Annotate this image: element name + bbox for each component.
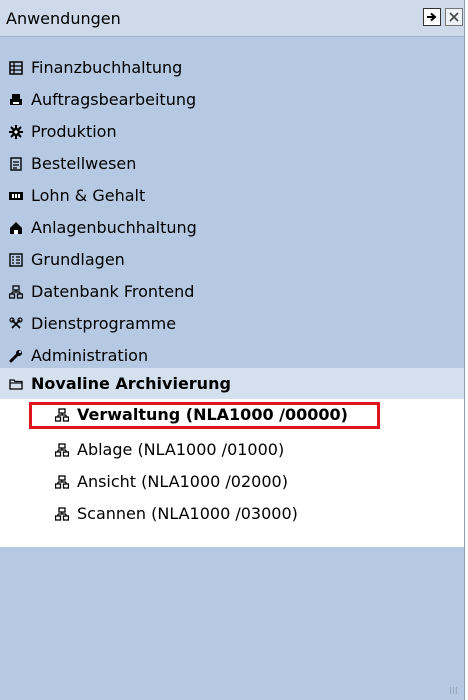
menu-item-lohn-gehalt[interactable]: Lohn & Gehalt [0,180,464,211]
printer-icon [8,92,24,108]
network-icon [54,442,70,458]
applications-panel: Anwendungen Finanzbuchhaltung Auftragsbe… [0,0,465,700]
selection-highlight-box [29,402,380,429]
network-icon [54,474,70,490]
arrow-right-icon [427,12,437,22]
menu-item-datenbank-frontend[interactable]: Datenbank Frontend [0,276,464,307]
menu-item-label: Novaline Archivierung [31,374,231,393]
menu-item-auftragsbearbeitung[interactable]: Auftragsbearbeitung [0,84,464,115]
gear-icon [8,124,24,140]
network-icon [54,506,70,522]
wrench-icon [8,348,24,364]
close-icon [449,12,459,22]
menu-item-novaline-archivierung[interactable]: Novaline Archivierung [0,368,464,399]
form-icon [8,252,24,268]
submenu-item-ablage[interactable]: Ablage (NLA1000 /01000) [0,434,464,465]
panel-header: Anwendungen [0,0,464,37]
folder-open-icon [8,376,24,392]
submenu-item-label: Ablage (NLA1000 /01000) [77,440,285,459]
menu-item-label: Anlagenbuchhaltung [31,218,197,237]
menu-item-label: Dienstprogramme [31,314,177,333]
ledger-icon [8,60,24,76]
money-icon [8,188,24,204]
building-icon [8,220,24,236]
menu-item-label: Produktion [31,122,117,141]
menu-item-dienstprogramme[interactable]: Dienstprogramme [0,308,464,339]
tools-icon [8,316,24,332]
menu-item-produktion[interactable]: Produktion [0,116,464,147]
menu-item-bestellwesen[interactable]: Bestellwesen [0,148,464,179]
close-panel-button[interactable] [445,8,463,26]
menu-item-label: Datenbank Frontend [31,282,195,301]
submenu-item-label: Ansicht (NLA1000 /02000) [77,472,288,491]
menu-item-administration[interactable]: Administration [0,340,464,371]
submenu-item-scannen[interactable]: Scannen (NLA1000 /03000) [0,498,464,529]
network-icon [8,284,24,300]
menu-item-label: Finanzbuchhaltung [31,58,183,77]
panel-title: Anwendungen [6,9,121,28]
menu-item-grundlagen[interactable]: Grundlagen [0,244,464,275]
menu-item-label: Grundlagen [31,250,125,269]
submenu-item-ansicht[interactable]: Ansicht (NLA1000 /02000) [0,466,464,497]
menu-item-label: Auftragsbearbeitung [31,90,197,109]
menu-item-label: Bestellwesen [31,154,137,173]
dock-arrow-button[interactable] [423,8,441,26]
submenu-item-label: Scannen (NLA1000 /03000) [77,504,298,523]
menu-item-anlagenbuchhaltung[interactable]: Anlagenbuchhaltung [0,212,464,243]
menu-item-label: Administration [31,346,149,365]
menu-item-finanzbuchhaltung[interactable]: Finanzbuchhaltung [0,52,464,83]
document-icon [8,156,24,172]
resize-grip[interactable]: III [449,686,458,697]
menu-item-label: Lohn & Gehalt [31,186,146,205]
